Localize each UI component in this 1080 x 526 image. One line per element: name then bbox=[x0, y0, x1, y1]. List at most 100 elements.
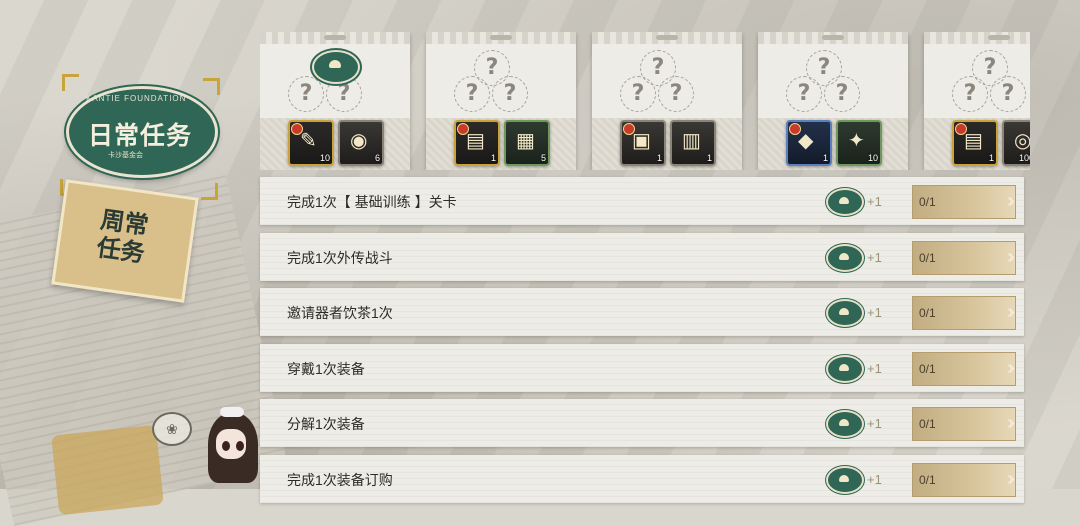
item-glyph: ▥ bbox=[682, 130, 701, 152]
item-count: 1 bbox=[706, 153, 712, 163]
task-row: 邀请器者饮茶1次 +1 0/1 ››› bbox=[260, 288, 1024, 337]
foundation-medal-icon bbox=[826, 410, 864, 439]
task-progress: 0/1 bbox=[919, 361, 936, 376]
gem-icon[interactable]: ✦ 10 bbox=[836, 120, 882, 166]
pack-hang-hole bbox=[490, 35, 512, 40]
item-badge-icon bbox=[955, 123, 967, 135]
item-glyph: ✦ bbox=[848, 130, 865, 152]
crystal-box-icon[interactable]: ◆ 1 bbox=[786, 120, 832, 166]
document-icon[interactable]: ▦ 5 bbox=[504, 120, 550, 166]
chevron-right-icon: ››› bbox=[1007, 356, 1015, 379]
item-glyph: ◉ bbox=[350, 130, 368, 152]
unknown-reward-icon: ? bbox=[786, 76, 822, 112]
chevron-right-icon: ››› bbox=[1007, 412, 1015, 435]
foundation-medal-icon bbox=[826, 466, 864, 494]
reward-pack[interactable]: ??? ▤ 1 ▦ 5 bbox=[426, 32, 576, 170]
task-reward-amount: +1 bbox=[867, 472, 882, 487]
pack-hang-hole bbox=[656, 35, 678, 40]
task-go-button[interactable]: 0/1 ››› bbox=[912, 296, 1016, 331]
task-go-button[interactable]: 0/1 ››› bbox=[912, 351, 1016, 386]
item-badge-icon bbox=[789, 123, 801, 135]
item-count: 1 bbox=[988, 153, 994, 163]
item-glyph: ◎ bbox=[1014, 130, 1030, 152]
task-go-button[interactable]: 0/1 ››› bbox=[912, 463, 1016, 497]
tea-tin-icon[interactable]: ▥ 1 bbox=[670, 120, 716, 166]
chevron-right-icon: ››› bbox=[1007, 468, 1015, 490]
bracket-bottom-right bbox=[201, 183, 218, 200]
task-row: 完成1次外传战斗 +1 0/1 ››› bbox=[260, 232, 1024, 281]
reward-pack[interactable]: ???▤1◎10000 bbox=[924, 32, 1030, 170]
item-badge-icon bbox=[457, 123, 469, 135]
task-name: 穿戴1次装备 bbox=[287, 360, 365, 377]
task-progress: 0/1 bbox=[919, 417, 936, 432]
daily-badge-arc-text: KANTIE FOUNDATION bbox=[86, 94, 187, 103]
tab-weekly-tasks[interactable]: 周常 任务 bbox=[51, 179, 199, 303]
mascot-eye bbox=[236, 441, 244, 451]
pack-bottom-panel bbox=[758, 118, 908, 170]
task-go-button[interactable]: 0/1 ››› bbox=[912, 185, 1016, 219]
task-reward-amount: +1 bbox=[867, 360, 882, 376]
reward-pack[interactable]: ?? ✎ 10 ◉ 6 bbox=[260, 32, 410, 170]
tab-daily-tasks[interactable]: KANTIE FOUNDATION 日常任务 卡沙基金会 bbox=[60, 74, 220, 200]
foundation-medal-icon bbox=[826, 243, 864, 272]
medal-token-icon[interactable]: ◉ 6 bbox=[338, 120, 384, 166]
red-book-icon[interactable]: ▤ 1 bbox=[952, 120, 998, 166]
reward-pack[interactable]: ??? ◆ 1 ✦ 10 bbox=[758, 32, 908, 170]
reward-packs-strip: ??✎10◉6???▤1▦5???▣1▥1???◆1✦10???▤1◎10000 bbox=[260, 32, 1030, 170]
task-row: 完成1次【 基础训练 】关卡 +1 0/1 ››› bbox=[260, 177, 1024, 225]
chevron-right-icon: ››› bbox=[1007, 245, 1015, 268]
unknown-reward-icon: ? bbox=[658, 76, 694, 112]
scroll-icon[interactable]: ✎ 10 bbox=[288, 120, 334, 166]
unknown-reward-icon: ? bbox=[492, 76, 528, 112]
pack-top-strip bbox=[924, 32, 1030, 44]
item-count: 6 bbox=[374, 153, 380, 163]
task-go-button[interactable]: 0/1 ››› bbox=[912, 407, 1016, 442]
foundation-medal-icon bbox=[826, 299, 864, 328]
item-glyph: ▦ bbox=[516, 130, 535, 152]
item-count: 5 bbox=[540, 153, 546, 163]
bracket-top-right bbox=[203, 78, 220, 95]
foundation-medal-icon bbox=[312, 50, 360, 84]
task-row: 穿戴1次装备 +1 0/1 ››› bbox=[260, 343, 1024, 392]
item-count: 10 bbox=[319, 153, 330, 163]
item-badge-icon bbox=[623, 123, 635, 135]
pack-bottom-panel bbox=[592, 118, 742, 170]
pack-bottom-panel bbox=[426, 118, 576, 170]
reward-pack[interactable]: ??? ▣ 1 ▥ 1 bbox=[592, 32, 742, 170]
coin-icon[interactable]: ◎10000 bbox=[1002, 120, 1030, 166]
task-reward-amount: +1 bbox=[867, 194, 882, 209]
task-row: 分解1次装备 +1 0/1 ››› bbox=[260, 399, 1024, 448]
task-row: 完成1次装备订购 +1 0/1 ››› bbox=[260, 455, 1024, 503]
task-name: 邀请器者饮茶1次 bbox=[287, 305, 393, 322]
daily-badge-sub-text: 卡沙基金会 bbox=[108, 152, 143, 159]
item-count: 1 bbox=[822, 153, 828, 163]
book-icon[interactable]: ▤ 1 bbox=[454, 120, 500, 166]
task-list: 完成1次【 基础训练 】关卡 +1 0/1 ››› 完成1次外传战斗 +1 0/1 ››› 邀请… bbox=[260, 177, 1024, 503]
chat-bubble-icon: ❀ bbox=[152, 412, 192, 446]
item-badge-icon bbox=[291, 123, 303, 135]
card-icon[interactable]: ▣ 1 bbox=[620, 120, 666, 166]
item-glyph: ✎ bbox=[300, 130, 317, 152]
mascot-eye bbox=[222, 441, 230, 451]
foundation-medal-icon bbox=[826, 354, 864, 383]
task-go-button[interactable]: 0/1 ››› bbox=[912, 240, 1016, 275]
chevron-right-icon: ››› bbox=[1007, 190, 1015, 212]
unknown-reward-icon: ? bbox=[620, 76, 656, 112]
task-progress: 0/1 bbox=[919, 306, 936, 321]
task-progress: 0/1 bbox=[919, 250, 936, 265]
tab-weekly-label: 周常 任务 bbox=[84, 204, 161, 269]
task-name: 完成1次【 基础训练 】关卡 bbox=[287, 194, 457, 210]
pack-hang-hole bbox=[822, 35, 844, 40]
unknown-reward-icon: ? bbox=[824, 76, 860, 112]
foundation-medal-icon bbox=[826, 188, 864, 216]
mascot-character bbox=[200, 405, 262, 495]
unknown-reward-icon: ? bbox=[288, 76, 324, 112]
chevron-right-icon: ››› bbox=[1007, 301, 1015, 324]
item-count: 10000 bbox=[1018, 153, 1030, 163]
task-progress: 0/1 bbox=[919, 195, 936, 209]
task-name: 完成1次外传战斗 bbox=[287, 249, 393, 266]
task-reward-amount: +1 bbox=[867, 249, 882, 265]
task-name: 分解1次装备 bbox=[287, 416, 365, 433]
task-reward-amount: +1 bbox=[867, 305, 882, 321]
unknown-reward-icon: ? bbox=[990, 76, 1026, 112]
